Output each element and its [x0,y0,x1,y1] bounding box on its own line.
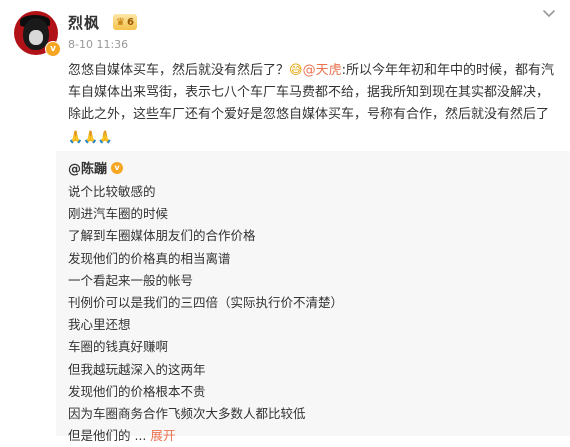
level-number: 6 [126,16,134,28]
pray-emoji-icon: 🙏🙏🙏 [68,130,113,144]
quote-line: 但我越玩越深入的这两年 [68,361,206,377]
quote-author: @陈蹦 v [68,158,124,177]
quote-line: 了解到车圈媒体朋友们的合作价格 [68,228,256,244]
sweat-smile-emoji-icon: 😅 [289,63,303,78]
post-text: 忽悠自媒体买车，然后就没有然后了？😅@天虎:所以今年年初和年中的时候，都有汽车自… [68,60,560,149]
crown-icon: ♛ [116,16,125,28]
quote-line: 我心里还想 [68,317,131,333]
chevron-down-icon[interactable] [541,6,557,22]
mention-link[interactable]: @天虎 [303,63,342,78]
quote-line: 发现他们的价格真的相当离谱 [68,250,231,266]
verified-icon: v [111,161,124,174]
quote-line-last: 但是他们的 ... 展开 [68,425,343,447]
quote-line: 车圈的钱真好赚啊 [68,339,169,355]
level-badge: ♛ 6 [113,14,137,30]
username[interactable]: 烈枫 [68,12,100,33]
quote-line: 因为车圈商务合作飞频次大多数人都比较低 [68,405,306,421]
verified-badge-icon: v [45,41,61,57]
avatar-cheek [29,30,43,45]
quote-line: 刊例价可以是我们的三四倍（实际执行价不清楚） [68,294,344,310]
quote-line: 一个看起来一般的帐号 [68,272,194,288]
quote-line: 说个比较敏感的 [68,184,156,199]
quote-author-name[interactable]: @陈蹦 [68,158,107,177]
quote-lines: 说个比较敏感的 刚进汽车圈的时候 了解到车圈媒体朋友们的合作价格 发现他们的价格… [68,181,343,447]
post-text-intro: 忽悠自媒体买车，然后就没有然后了？ [68,63,290,78]
quote-line: 发现他们的价格根本不贵 [68,383,206,399]
quote-line: 刚进汽车圈的时候 [68,206,169,222]
post-timestamp[interactable]: 8-10 11:36 [68,38,128,51]
quoted-post[interactable]: @陈蹦 v 说个比较敏感的 刚进汽车圈的时候 了解到车圈媒体朋友们的合作价格 发… [56,151,570,443]
